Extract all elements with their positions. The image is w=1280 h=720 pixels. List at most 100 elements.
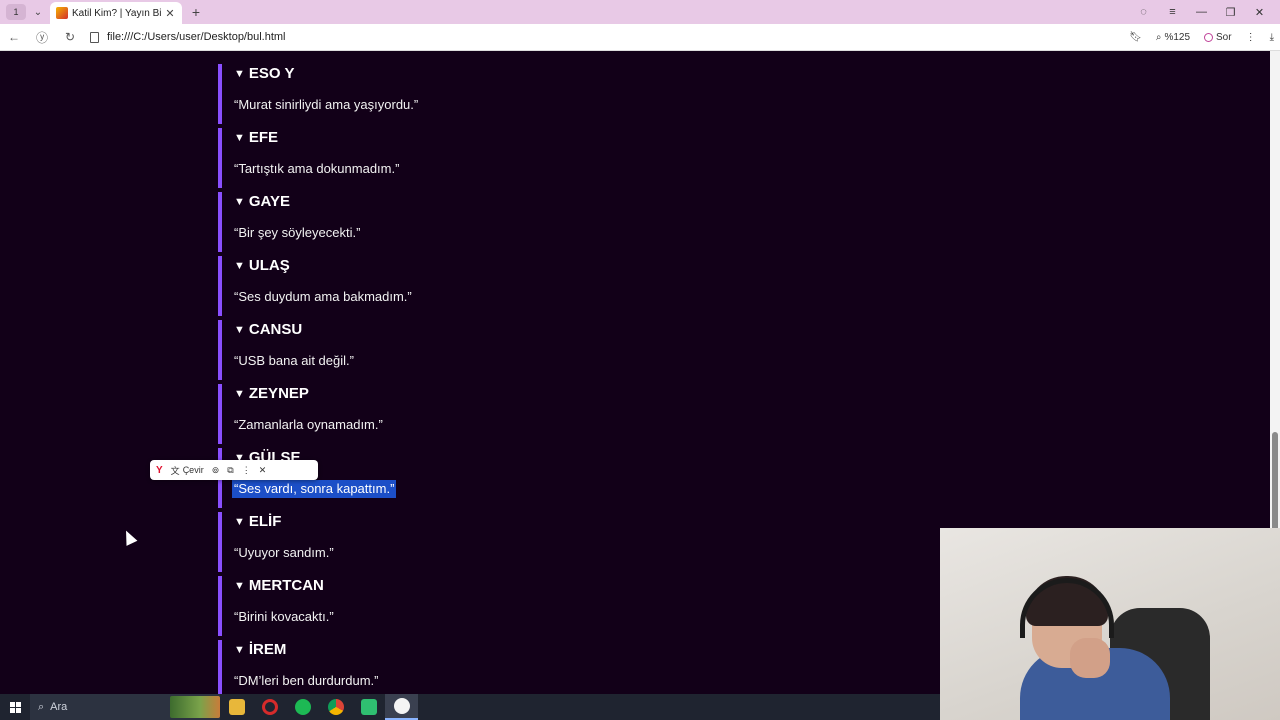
disclosure-triangle-icon[interactable]: ▼: [234, 384, 245, 404]
reload-icon[interactable]: ↻: [56, 30, 84, 44]
file-icon: [90, 31, 99, 43]
menu-icon[interactable]: ≡: [1158, 6, 1187, 18]
copy-icon[interactable]: ⧉: [227, 465, 233, 476]
suspect-quote: “Murat sinirliydi ama yaşıyordu.”: [234, 97, 419, 112]
more-icon[interactable]: ⋮: [1246, 32, 1256, 43]
opera-icon: [261, 699, 278, 715]
zoom-indicator[interactable]: ⌕ %125: [1156, 32, 1190, 43]
testimony-entry: ▼ EFE “Tartıştık ama dokunmadım.”: [218, 128, 718, 188]
new-tab-icon[interactable]: +: [188, 4, 204, 20]
webcam-person-hand: [1070, 638, 1110, 678]
suspect-name-text: MERTCAN: [248, 577, 324, 594]
windows-icon: [9, 701, 21, 713]
yandex-logo-icon[interactable]: ⓨ: [28, 29, 56, 46]
search-icon: ⌕: [38, 700, 45, 713]
window-controls: ◌ ≡ — ❐ ✕: [1129, 0, 1274, 24]
suspect-name-text: İREM: [248, 641, 287, 658]
suspect-name-text: ELİF: [248, 513, 282, 530]
disclosure-triangle-icon[interactable]: ▼: [234, 192, 245, 212]
suspect-quote: “Tartıştık ama dokunmadım.”: [234, 161, 400, 176]
webcam-headset: [1020, 578, 1114, 638]
address-bar: ← ⓨ ↻ file:///C:/Users/user/Desktop/bul.…: [0, 24, 1280, 51]
disclosure-triangle-icon[interactable]: ▼: [234, 576, 245, 596]
app-icon: [360, 699, 377, 715]
close-popup-icon[interactable]: ✕: [259, 465, 267, 476]
suspect-name[interactable]: ▼ ESO Y: [234, 64, 294, 84]
suspect-quote: “Ses duydum ama bakmadım.”: [234, 289, 412, 304]
disclosure-triangle-icon[interactable]: ▼: [234, 64, 245, 84]
testimony-entry: ▼ İREM “DM’leri ben durdurdum.”: [218, 640, 718, 694]
suspect-quote: “Bir şey söyleyecekti.”: [234, 225, 361, 240]
tab-bar: 1 ⌄ Katil Kim? | Yayın Bi ✕ + ◌ ≡ — ❐ ✕: [0, 0, 1280, 24]
zoom-level: %125: [1164, 32, 1191, 43]
suspect-name-text: CANSU: [248, 321, 303, 338]
close-window-icon[interactable]: ✕: [1245, 6, 1274, 19]
url-text: file:///C:/Users/user/Desktop/bul.html: [107, 31, 286, 43]
chrome-icon: [327, 699, 344, 715]
taskbar: ⌕ Ara: [0, 694, 940, 720]
suspect-name-text: EFE: [248, 129, 279, 146]
suspect-quote: “Birini kovacaktı.”: [234, 609, 334, 624]
spotify-icon: [294, 699, 311, 715]
chevron-down-icon[interactable]: ⌄: [30, 4, 46, 20]
disclosure-triangle-icon[interactable]: ▼: [234, 256, 245, 276]
translate-button[interactable]: 文 Çevir: [171, 464, 204, 477]
suspect-quote: “Zamanlarla oynamadım.”: [234, 417, 383, 432]
ask-button[interactable]: Sor: [1204, 32, 1232, 43]
close-tab-icon[interactable]: ✕: [164, 7, 176, 20]
assistant-icon: [1204, 33, 1214, 42]
testimony-entry: ▼ ELİF “Uyuyor sandım.”: [218, 512, 718, 572]
ask-ai-icon[interactable]: ⊚: [212, 465, 220, 476]
suspect-name[interactable]: ▼ CANSU: [234, 320, 302, 340]
search-placeholder: Ara: [50, 701, 68, 713]
bookmark-icon[interactable]: 🔖︎: [1129, 32, 1142, 43]
suspect-name[interactable]: ▼ ULAŞ: [234, 256, 290, 276]
suspect-name[interactable]: ▼ İREM: [234, 640, 286, 660]
start-button[interactable]: [0, 694, 30, 720]
suspect-name[interactable]: ▼ ZEYNEP: [234, 384, 309, 404]
suspect-name[interactable]: ▼ EFE: [234, 128, 278, 148]
suspect-name[interactable]: ▼ ELİF: [234, 512, 281, 532]
testimony-entry: ▼ ULAŞ “Ses duydum ama bakmadım.”: [218, 256, 718, 316]
url-field[interactable]: file:///C:/Users/user/Desktop/bul.html: [90, 31, 286, 43]
suspect-name[interactable]: ▼ MERTCAN: [234, 576, 324, 596]
suspect-name-text: ESO Y: [248, 65, 295, 82]
profile-icon[interactable]: ◌: [1129, 6, 1158, 18]
suspect-quote: “DM’leri ben durdurdum.”: [234, 673, 379, 688]
translate-icon: 文: [170, 465, 180, 476]
taskbar-app[interactable]: [352, 694, 385, 720]
yandex-icon[interactable]: Y: [156, 465, 163, 476]
testimony-entry: ▼ CANSU “USB bana ait değil.”: [218, 320, 718, 380]
yandex-browser-icon: [393, 698, 410, 714]
suspect-name-text: GAYE: [248, 193, 291, 210]
tab-count-badge[interactable]: 1: [6, 4, 26, 20]
minimize-icon[interactable]: —: [1187, 6, 1216, 18]
translate-popup: Y 文 Çevir ⊚ ⧉ ⋮ ✕: [150, 460, 318, 480]
disclosure-triangle-icon[interactable]: ▼: [234, 128, 245, 148]
testimony-entry: ▼ ESO Y “Murat sinirliydi ama yaşıyordu.”: [218, 64, 718, 124]
taskbar-store[interactable]: [220, 694, 253, 720]
testimony-entry: ▼ MERTCAN “Birini kovacaktı.”: [218, 576, 718, 636]
taskbar-spotify[interactable]: [286, 694, 319, 720]
disclosure-triangle-icon[interactable]: ▼: [234, 512, 245, 532]
suspect-name[interactable]: ▼ GAYE: [234, 192, 290, 212]
webcam-overlay: [940, 528, 1280, 720]
testimony-entry: ▼ ZEYNEP “Zamanlarla oynamadım.”: [218, 384, 718, 444]
taskbar-chrome[interactable]: [319, 694, 352, 720]
taskbar-yandex-browser[interactable]: [385, 694, 418, 720]
store-icon: [228, 699, 245, 715]
tab-title: Katil Kim? | Yayın Bi: [72, 7, 162, 19]
testimony-entry: ▼ GAYE “Bir şey söyleyecekti.”: [218, 192, 718, 252]
suspect-quote: “USB bana ait değil.”: [234, 353, 354, 368]
zoom-icon: ⌕: [1155, 32, 1162, 43]
download-icon[interactable]: ⤓: [1270, 32, 1274, 43]
disclosure-triangle-icon[interactable]: ▼: [234, 320, 245, 340]
browser-tab[interactable]: Katil Kim? | Yayın Bi ✕: [50, 2, 182, 24]
taskbar-opera[interactable]: [253, 694, 286, 720]
more-options-icon[interactable]: ⋮: [242, 465, 251, 476]
taskbar-search[interactable]: ⌕ Ara: [30, 694, 220, 720]
restore-icon[interactable]: ❐: [1216, 6, 1245, 19]
disclosure-triangle-icon[interactable]: ▼: [234, 640, 245, 660]
favicon-icon: [56, 7, 68, 19]
back-icon[interactable]: ←: [0, 30, 28, 44]
